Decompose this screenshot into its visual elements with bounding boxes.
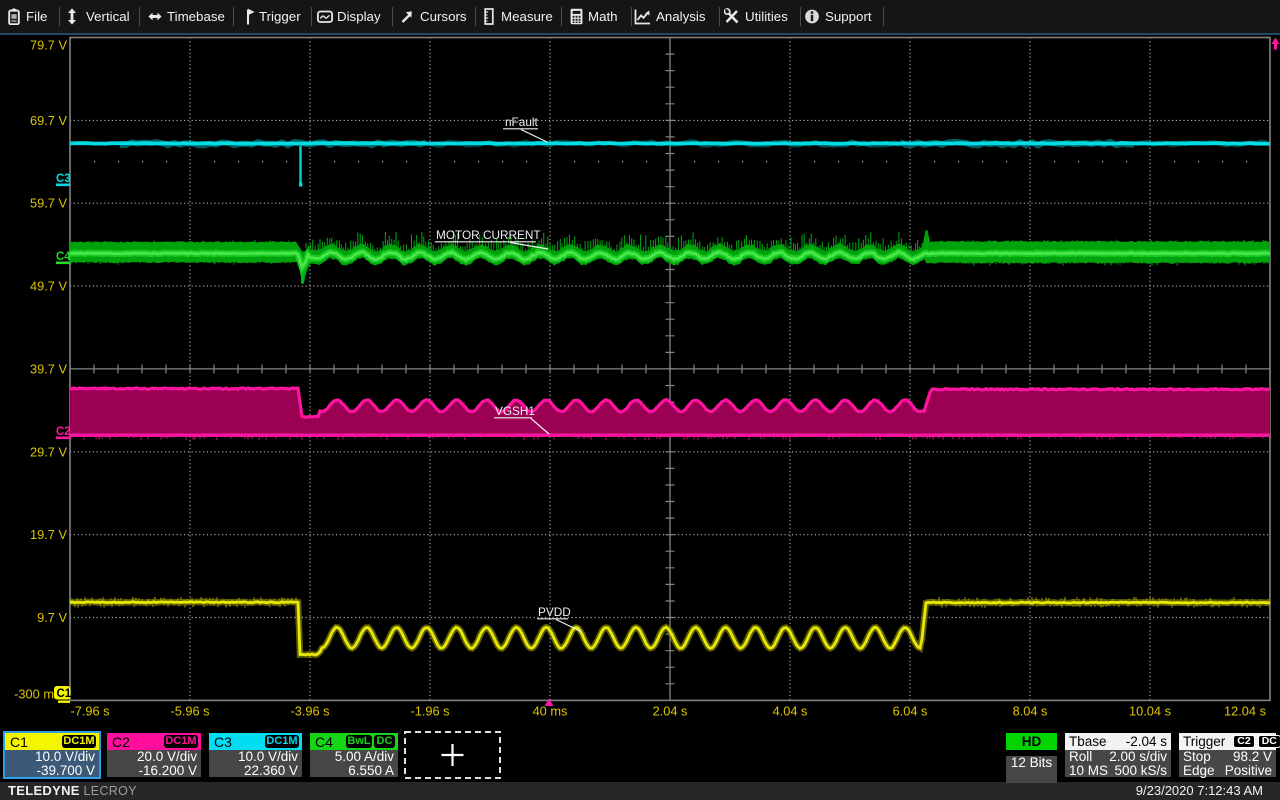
svg-text:6.04 s: 6.04 s [893,704,928,719]
svg-text:8.04 s: 8.04 s [1013,704,1048,719]
svg-text:PVDD: PVDD [538,605,571,619]
svg-text:C1: C1 [57,688,72,700]
svg-text:59.7 V: 59.7 V [30,196,67,211]
svg-text:4.04 s: 4.04 s [773,704,808,719]
svg-text:-300 m: -300 m [14,687,54,702]
svg-text:10.04 s: 10.04 s [1129,704,1171,719]
svg-text:C2: C2 [56,426,71,438]
svg-text:C4: C4 [56,251,71,263]
svg-text:39.7 V: 39.7 V [30,362,67,377]
svg-text:12.04 s: 12.04 s [1224,704,1266,719]
svg-text:49.7 V: 49.7 V [30,279,67,294]
svg-text:-7.96 s: -7.96 s [70,704,109,719]
svg-text:VGSH1: VGSH1 [495,404,535,418]
svg-text:2.04 s: 2.04 s [653,704,688,719]
svg-text:79.7 V: 79.7 V [30,38,67,53]
svg-text:19.7 V: 19.7 V [30,527,67,542]
svg-text:9.7 V: 9.7 V [37,610,67,625]
svg-text:MOTOR CURRENT: MOTOR CURRENT [436,228,541,242]
svg-text:29.7 V: 29.7 V [30,444,67,459]
svg-text:nFault: nFault [505,115,539,129]
svg-text:-1.96 s: -1.96 s [410,704,449,719]
svg-text:69.7 V: 69.7 V [30,113,67,128]
svg-text:-3.96 s: -3.96 s [290,704,329,719]
svg-text:C3: C3 [56,173,71,185]
svg-text:-5.96 s: -5.96 s [170,704,209,719]
